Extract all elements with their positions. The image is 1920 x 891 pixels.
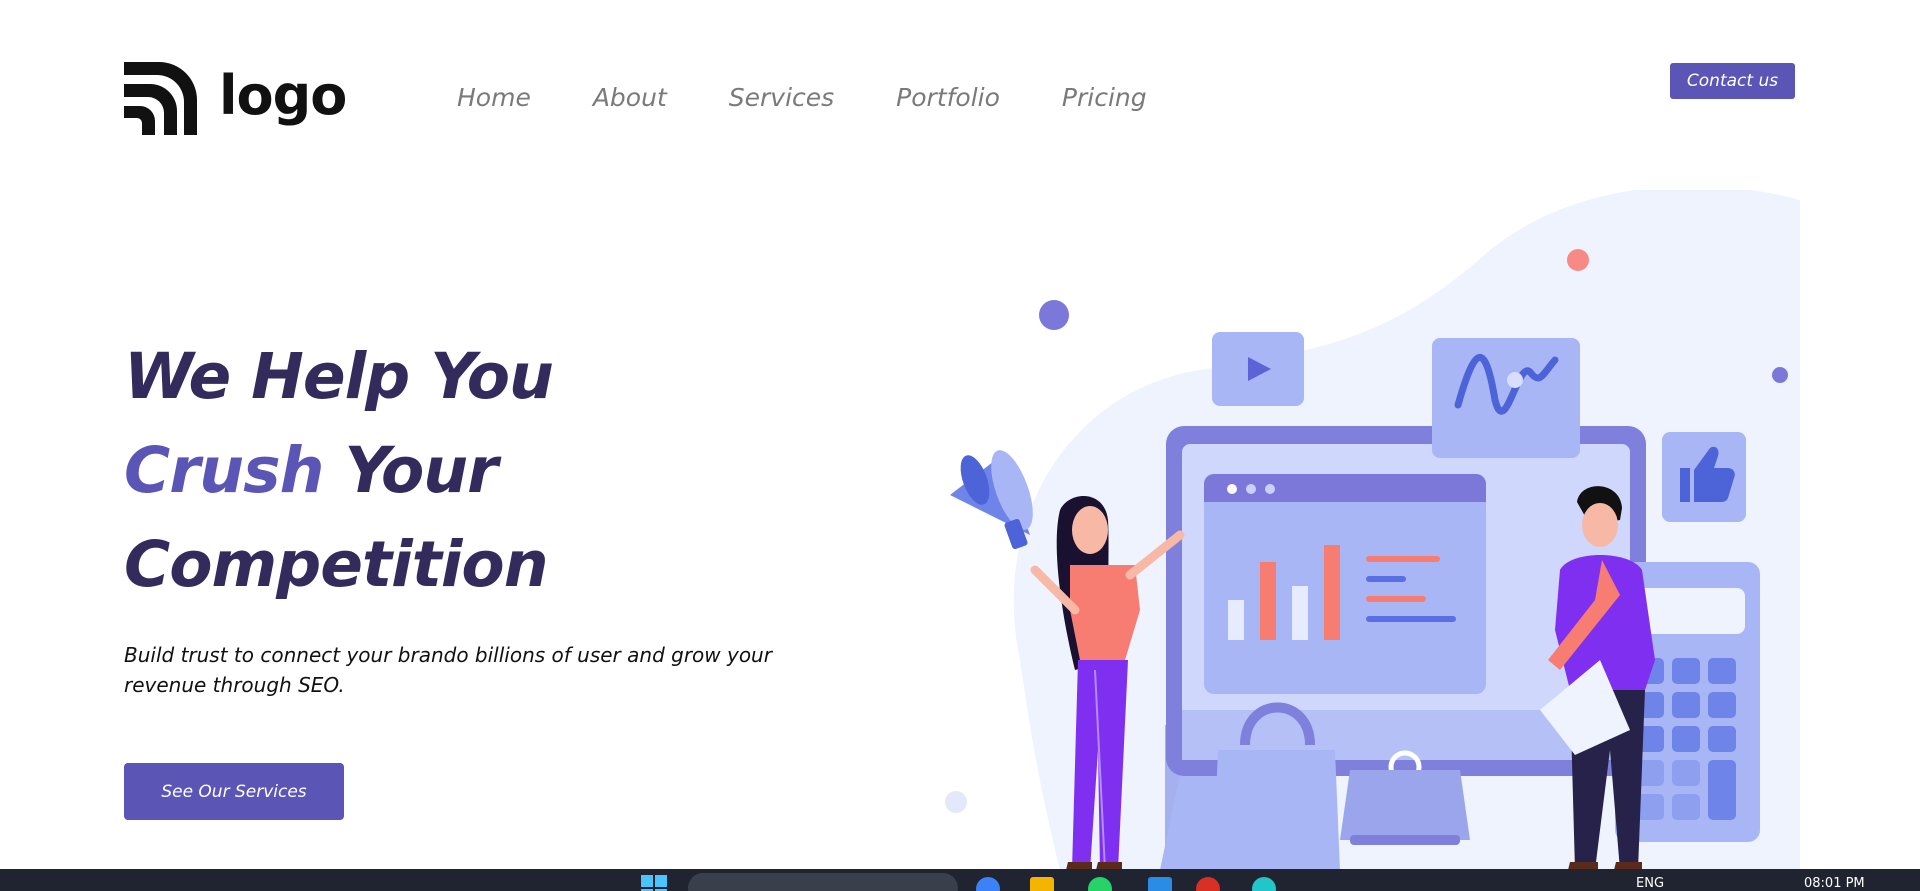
nav-portfolio[interactable]: Portfolio	[896, 82, 1000, 114]
taskbar-vscode-icon[interactable]	[1148, 877, 1172, 891]
taskbar-language[interactable]: ENG	[1636, 877, 1664, 890]
taskbar-search[interactable]	[688, 873, 958, 891]
decor-dot	[1039, 300, 1069, 330]
see-services-button[interactable]: See Our Services	[124, 763, 344, 820]
taskbar-whatsapp-icon[interactable]	[1088, 877, 1112, 891]
nav-services[interactable]: Services	[729, 82, 834, 114]
nav-home[interactable]: Home	[457, 82, 531, 114]
taskbar-chat-icon[interactable]	[1252, 877, 1276, 891]
thumbs-up-icon	[1662, 432, 1746, 522]
play-icon	[1212, 332, 1304, 406]
contact-button[interactable]: Contact us	[1670, 63, 1795, 99]
hero-title-line-3: Competition	[124, 528, 549, 601]
hero-title-line-2-rest: Your	[323, 434, 498, 507]
taskbar-folder-icon[interactable]	[1030, 877, 1054, 891]
hero-title-accent: Crush	[124, 434, 325, 507]
hero-illustration	[945, 190, 1800, 870]
hero-subtitle: Build trust to connect your brando billi…	[124, 643, 772, 697]
decor-dot	[1772, 367, 1788, 383]
hero-title: We Help You Crush Your Competition	[124, 330, 554, 612]
decor-dot	[1567, 249, 1589, 271]
windows-start-icon[interactable]	[640, 874, 668, 891]
taskbar-browser-icon[interactable]	[1196, 877, 1220, 891]
wave-chart-icon	[1432, 338, 1580, 458]
hero-title-line-1: We Help You	[124, 340, 554, 413]
os-taskbar: ENG 08:01 PM	[0, 869, 1920, 891]
logo[interactable]: logo	[124, 62, 347, 135]
nav-about[interactable]: About	[593, 82, 667, 114]
nav-pricing[interactable]: Pricing	[1062, 82, 1147, 114]
hero-title-line-2: Crush Your	[124, 424, 553, 518]
taskbar-app-icon[interactable]	[976, 877, 1000, 891]
logo-arcs-icon	[124, 62, 197, 135]
main-nav: Home About Services Portfolio Pricing	[457, 82, 1209, 114]
decor-dot	[945, 791, 967, 813]
taskbar-clock[interactable]: 08:01 PM	[1804, 877, 1865, 890]
logo-text: logo	[219, 63, 347, 127]
